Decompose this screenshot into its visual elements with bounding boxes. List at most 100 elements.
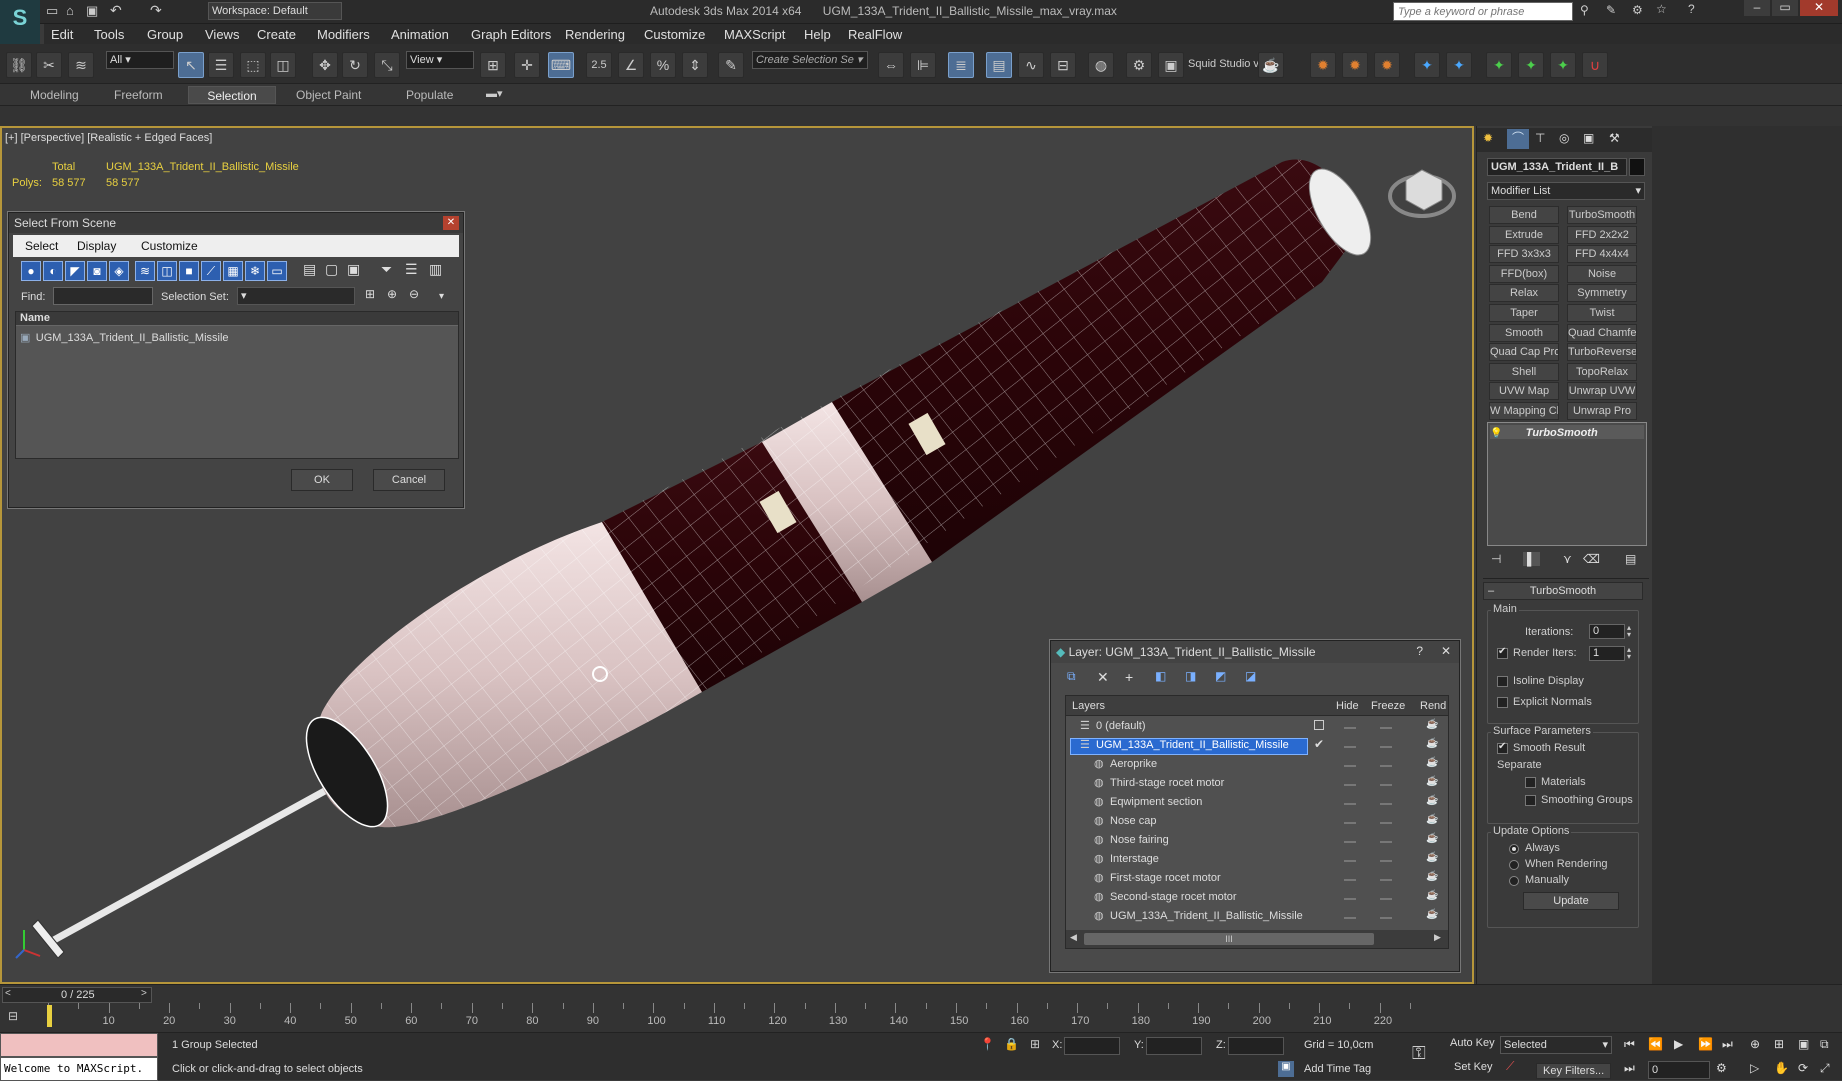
- motion-tab-icon[interactable]: ◎: [1559, 131, 1569, 145]
- layer-row[interactable]: ☰ 0 (default) ☕: [1066, 718, 1446, 737]
- select-menu-display[interactable]: Display: [77, 239, 116, 253]
- freeze-toggle[interactable]: [1380, 765, 1392, 767]
- schematic-view-button[interactable]: ⊟: [1050, 52, 1076, 78]
- zoom-all-icon[interactable]: ⊞: [1774, 1037, 1784, 1051]
- new-file-icon[interactable]: ▭: [46, 3, 58, 19]
- freeze-toggle[interactable]: [1380, 917, 1392, 919]
- close-icon[interactable]: ✕: [1800, 0, 1838, 16]
- render-setup-button[interactable]: ⚙: [1126, 52, 1152, 78]
- help-icon[interactable]: ?: [1688, 2, 1695, 16]
- hide-toggle[interactable]: [1344, 898, 1356, 900]
- maxscript-listener[interactable]: [0, 1033, 158, 1057]
- modifier-button[interactable]: Unwrap UVW: [1567, 382, 1637, 401]
- highlight-layer-icon[interactable]: ◨: [1185, 669, 1196, 683]
- time-tag-icon[interactable]: ▣: [1278, 1061, 1294, 1077]
- layer-hscrollbar[interactable]: ◀ III ▶: [1066, 930, 1448, 948]
- pan-icon[interactable]: ✋: [1774, 1061, 1789, 1075]
- render-teapot-icon[interactable]: ☕: [1426, 757, 1438, 768]
- x-coord-field[interactable]: [1064, 1037, 1120, 1055]
- freeze-column-label[interactable]: Freeze: [1371, 700, 1405, 712]
- mini-curve-editor-icon[interactable]: ⊟: [8, 1009, 18, 1023]
- save-file-icon[interactable]: ▣: [86, 3, 98, 19]
- rendered-frame-button[interactable]: ▣: [1158, 52, 1184, 78]
- object-name-field[interactable]: UGM_133A_Trident_II_B: [1487, 158, 1627, 176]
- render-teapot-icon[interactable]: ☕: [1426, 909, 1438, 920]
- render-teapot-icon[interactable]: ☕: [1426, 738, 1438, 749]
- display-xrefs-icon[interactable]: ■: [179, 261, 199, 281]
- unlink-button[interactable]: ✂: [36, 52, 62, 78]
- prev-frame-icon[interactable]: <: [5, 988, 11, 999]
- link-button[interactable]: ⛓: [6, 52, 32, 78]
- menu-views[interactable]: Views: [205, 27, 239, 42]
- manually-radio[interactable]: [1509, 876, 1519, 886]
- name-column-header[interactable]: Name: [16, 312, 458, 326]
- lightbulb-icon[interactable]: 💡: [1490, 428, 1502, 439]
- scroll-thumb[interactable]: III: [1084, 933, 1374, 945]
- search-input[interactable]: [1394, 3, 1572, 20]
- menu-rendering[interactable]: Rendering: [565, 27, 625, 42]
- zoom-icon[interactable]: ⊕: [1750, 1037, 1760, 1051]
- display-shapes-icon[interactable]: ◐: [43, 261, 63, 281]
- isoline-checkbox[interactable]: [1497, 676, 1508, 687]
- tab-populate[interactable]: Populate: [396, 86, 463, 104]
- update-button[interactable]: Update: [1523, 892, 1619, 910]
- realflow-blue2-button[interactable]: ✦: [1446, 52, 1472, 78]
- viewport-label[interactable]: [+] [Perspective] [Realistic + Edged Fac…: [5, 132, 212, 144]
- layers-column-label[interactable]: Layers: [1072, 700, 1105, 712]
- tab-selection[interactable]: Selection: [188, 86, 276, 104]
- modifier-button[interactable]: Bend: [1489, 206, 1559, 224]
- layer-row[interactable]: ◍ Nose fairing ☕: [1066, 832, 1446, 851]
- utilities-tab-icon[interactable]: ⚒: [1609, 131, 1620, 145]
- key-tangent-icon[interactable]: ⟋: [1506, 1059, 1514, 1074]
- go-to-end-icon[interactable]: ⏭: [1722, 1037, 1733, 1052]
- set-key-button[interactable]: Set Key: [1454, 1061, 1493, 1073]
- hide-column-label[interactable]: Hide: [1336, 700, 1359, 712]
- display-hidden-icon[interactable]: ▭: [267, 261, 287, 281]
- menu-tools[interactable]: Tools: [94, 27, 124, 42]
- app-logo-icon[interactable]: S: [0, 0, 40, 44]
- realflow-blue-button[interactable]: ✦: [1414, 52, 1440, 78]
- display-groups-icon[interactable]: ◫: [157, 261, 177, 281]
- render-teapot-button[interactable]: ☕: [1258, 52, 1284, 78]
- minimize-icon[interactable]: –: [1744, 0, 1770, 16]
- layer-row[interactable]: ◍ Eqwipment section ☕: [1066, 794, 1446, 813]
- object-list[interactable]: Name ▣ UGM_133A_Trident_II_Ballistic_Mis…: [15, 311, 459, 459]
- open-file-icon[interactable]: ⌂: [66, 3, 74, 18]
- fov-icon[interactable]: ▷: [1750, 1061, 1759, 1075]
- modifier-button[interactable]: Shell: [1489, 362, 1559, 381]
- remove-modifier-icon[interactable]: ⌫: [1583, 552, 1600, 566]
- bind-space-warp-button[interactable]: ≋: [68, 52, 94, 78]
- curve-editor-button[interactable]: ∿: [1018, 52, 1044, 78]
- remove-from-set-icon[interactable]: ⊖: [409, 287, 419, 301]
- selection-set-select[interactable]: ▾: [237, 287, 355, 305]
- new-layer-icon[interactable]: ⧉: [1067, 669, 1076, 684]
- make-unique-icon[interactable]: ⋎: [1563, 552, 1572, 566]
- render-column-label[interactable]: Rend: [1420, 700, 1446, 712]
- hide-toggle[interactable]: [1344, 841, 1356, 843]
- realflow-emitter-button[interactable]: ✹: [1310, 52, 1336, 78]
- add-to-set-icon[interactable]: ⊕: [387, 287, 397, 301]
- select-by-name-button[interactable]: ☰: [208, 52, 234, 78]
- modifier-button[interactable]: FFD 2x2x2: [1567, 225, 1637, 244]
- search-box[interactable]: [1393, 2, 1573, 21]
- current-layer-check-icon[interactable]: ✔: [1314, 737, 1324, 751]
- modifier-button[interactable]: Smooth: [1489, 323, 1559, 342]
- realflow-red-button[interactable]: ∪: [1582, 52, 1608, 78]
- filter-icon[interactable]: ⏷: [381, 261, 392, 278]
- key-mode-toggle-icon[interactable]: ⏭: [1624, 1061, 1635, 1076]
- y-coord-field[interactable]: [1146, 1037, 1202, 1055]
- modifier-button[interactable]: Taper: [1489, 304, 1559, 322]
- columns-icon[interactable]: ▥: [429, 261, 442, 278]
- freeze-all-icon[interactable]: ◪: [1245, 669, 1256, 683]
- menu-help[interactable]: Help: [804, 27, 831, 42]
- freeze-toggle[interactable]: [1380, 860, 1392, 862]
- tab-freeform[interactable]: Freeform: [104, 86, 173, 104]
- binoculars-icon[interactable]: ⚲: [1580, 3, 1589, 17]
- ribbon-toggle-button[interactable]: ▤: [986, 52, 1012, 78]
- z-coord-field[interactable]: [1228, 1037, 1284, 1055]
- zoom-extents-icon[interactable]: ▣: [1798, 1037, 1809, 1051]
- menu-modifiers[interactable]: Modifiers: [317, 27, 370, 42]
- display-frozen-icon[interactable]: ❄: [245, 261, 265, 281]
- move-button[interactable]: ✥: [312, 52, 338, 78]
- select-dialog-close-icon[interactable]: ✕: [443, 216, 459, 230]
